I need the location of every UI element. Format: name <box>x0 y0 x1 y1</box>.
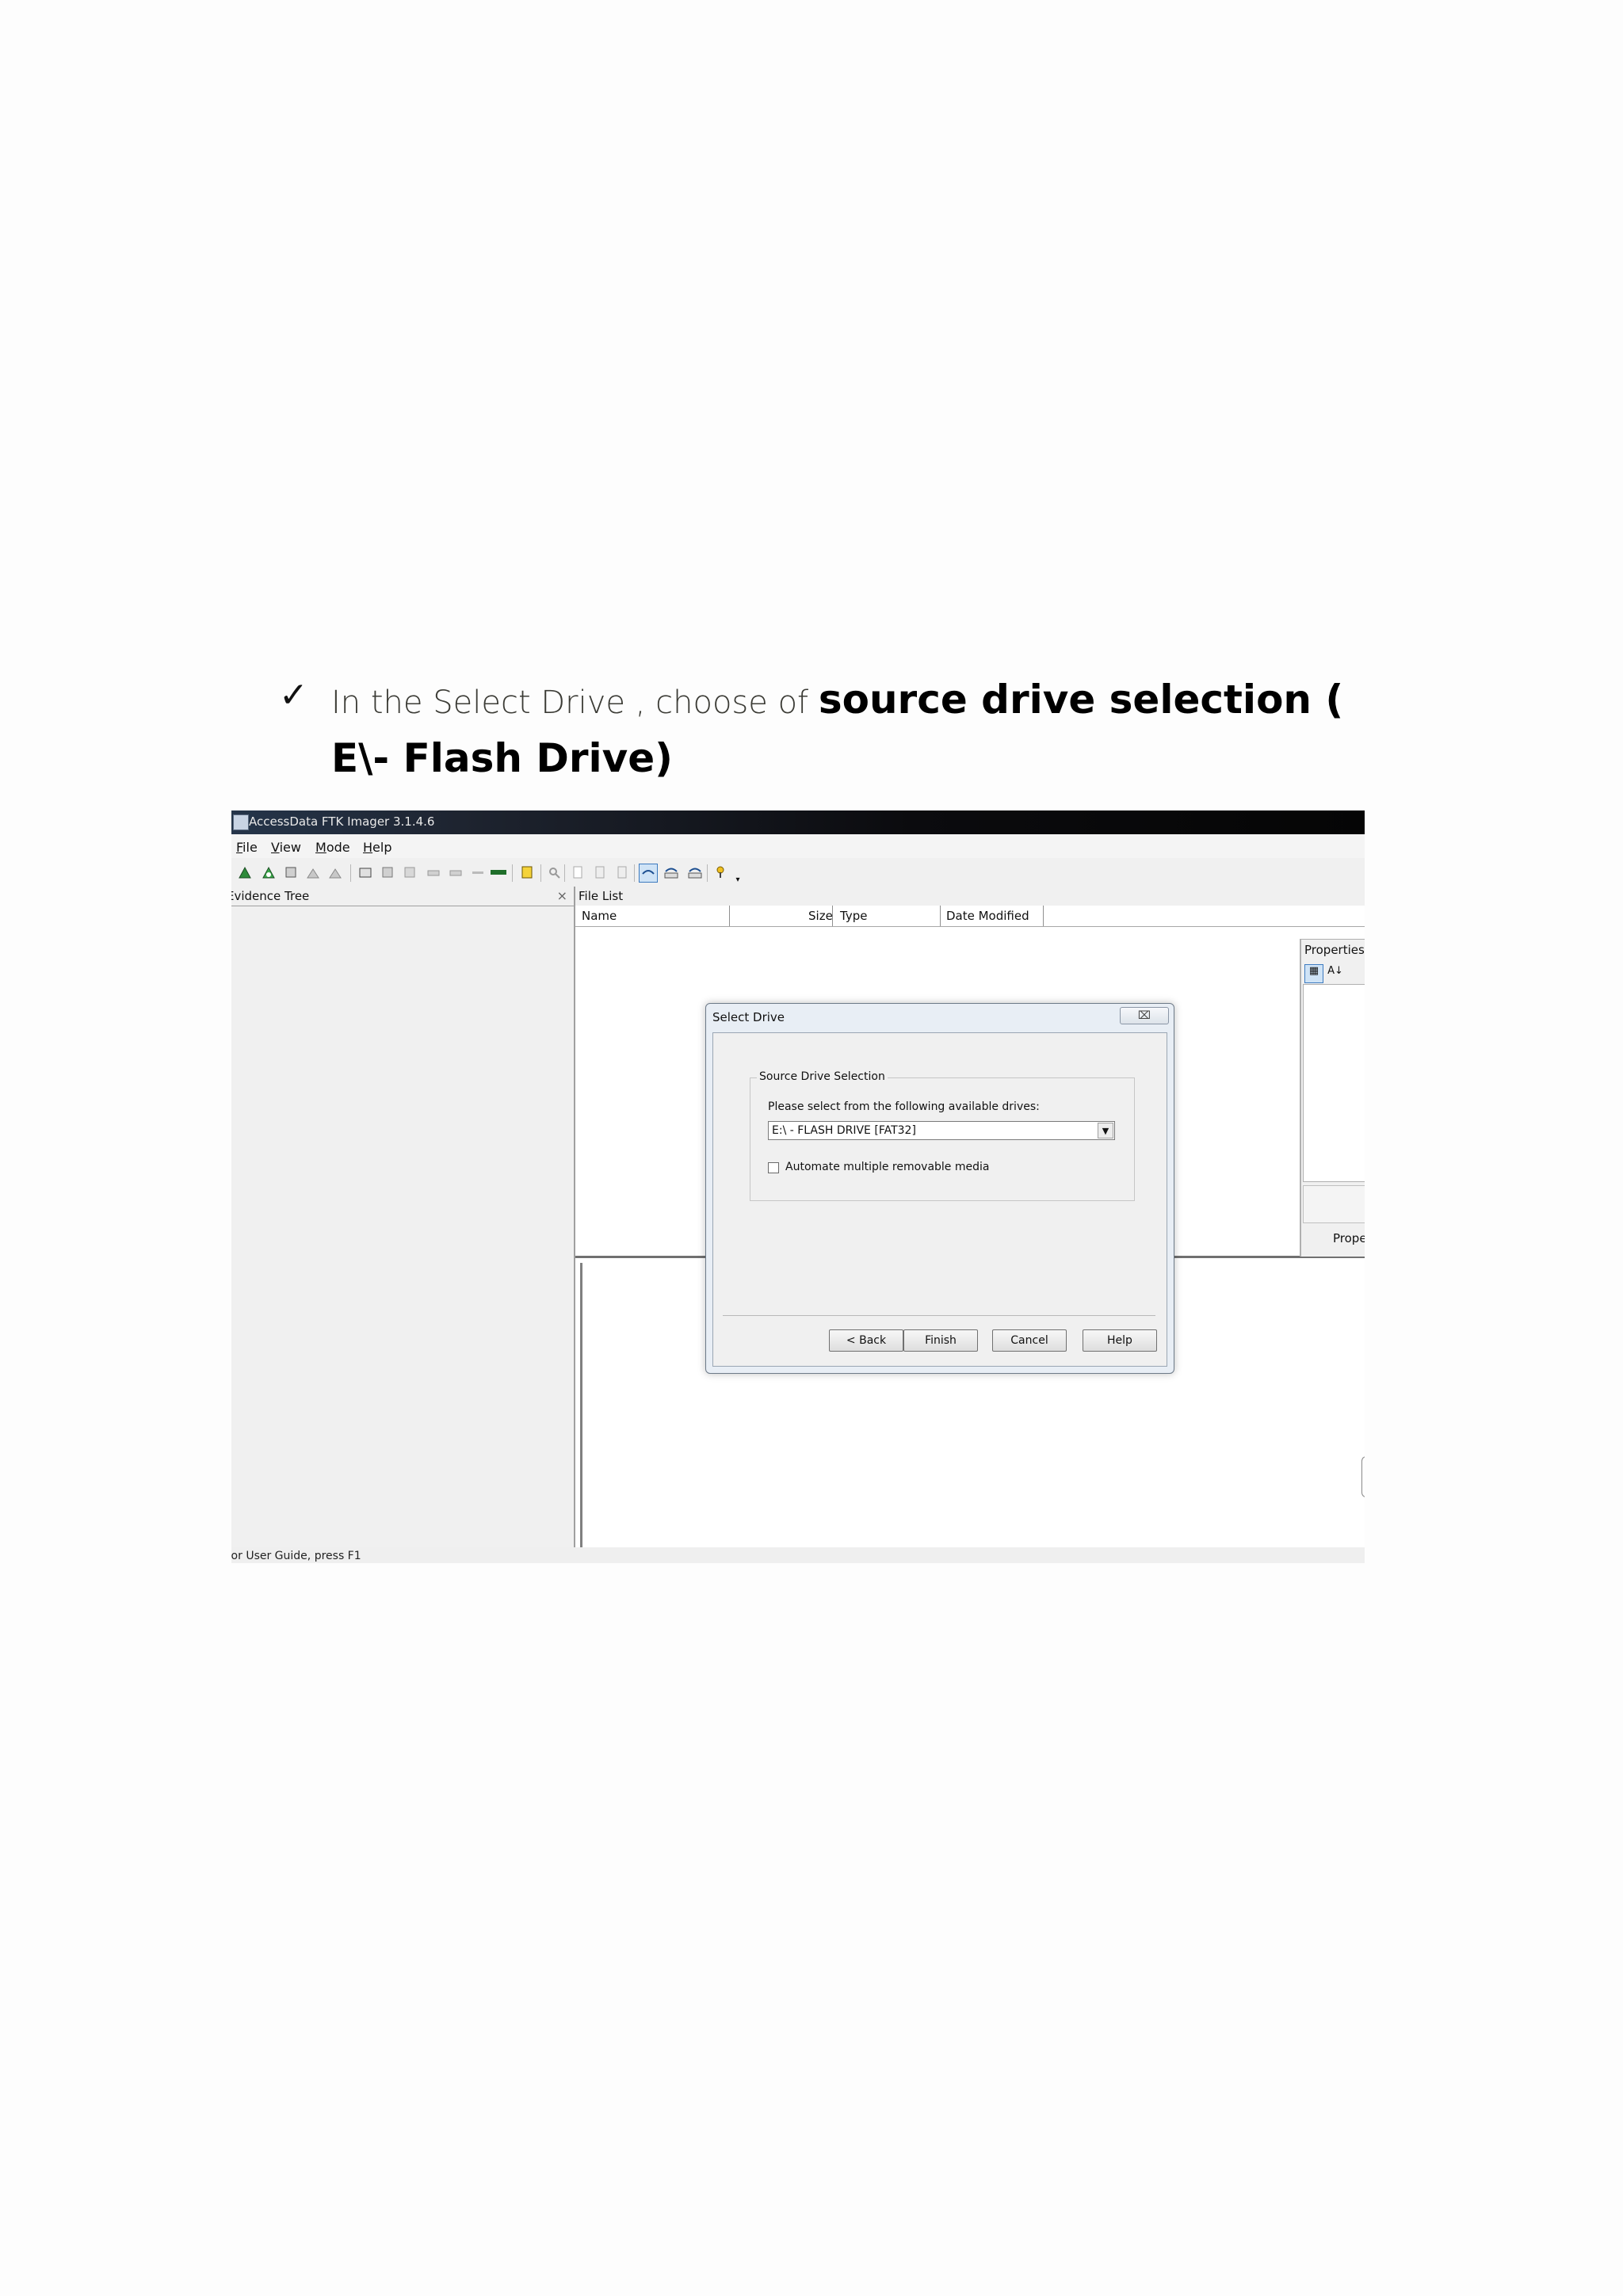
status-bar: For User Guide, press F1 <box>231 1547 1365 1563</box>
instruction-light-text: In the Select Drive , choose of <box>331 685 819 721</box>
column-size[interactable]: Size <box>808 909 833 923</box>
drive-select-value: E:\ - FLASH DRIVE [FAT32] <box>772 1124 916 1137</box>
panel-handle[interactable] <box>1361 1456 1365 1497</box>
toolbar: ▾ <box>231 858 1365 887</box>
toolbar-overflow-icon[interactable]: ▾ <box>729 871 747 888</box>
hex-mode-icon[interactable] <box>686 864 704 881</box>
view-files-icon[interactable] <box>569 864 586 881</box>
export-file-hash-icon[interactable] <box>591 864 609 881</box>
properties-toolbar: ▦ A↓ <box>1304 962 1347 983</box>
properties-label: Properties <box>1304 943 1365 957</box>
memory-stick-icon[interactable] <box>490 864 507 881</box>
detect-encryption-icon[interactable] <box>469 864 487 881</box>
add-all-evidence-icon[interactable] <box>260 864 277 881</box>
auto-view-icon[interactable] <box>639 864 658 883</box>
capture-memory-icon[interactable] <box>425 864 442 881</box>
properties-panel: Properties ▦ A↓ Prope <box>1300 939 1365 1257</box>
remove-all-icon[interactable] <box>327 864 344 881</box>
properties-tab[interactable]: Prope <box>1333 1231 1365 1245</box>
search-icon[interactable] <box>545 864 563 881</box>
window-title: AccessData FTK Imager 3.1.4.6 <box>249 814 435 829</box>
dialog-divider <box>723 1315 1155 1316</box>
dialog-close-button[interactable]: ⌧ <box>1120 1007 1169 1024</box>
evidence-tree-panel: Evidence Tree × <box>231 887 575 1547</box>
app-screenshot: AccessData FTK Imager 3.1.4.6 File View … <box>231 810 1365 1563</box>
dialog-title: Select Drive <box>712 1010 785 1024</box>
back-button[interactable]: < Back <box>829 1329 903 1352</box>
column-headers: Name Size Type Date Modified <box>575 906 1365 927</box>
properties-description <box>1303 1185 1365 1223</box>
export-image-icon[interactable] <box>379 864 396 881</box>
app-icon <box>233 814 249 830</box>
title-bar: AccessData FTK Imager 3.1.4.6 <box>231 810 1365 834</box>
create-image-icon[interactable] <box>357 864 374 881</box>
automate-media-label[interactable]: Automate multiple removable media <box>785 1161 989 1173</box>
column-type[interactable]: Type <box>840 909 867 923</box>
image-mounting-icon[interactable] <box>282 864 300 881</box>
file-list-label: File List <box>579 889 624 903</box>
automate-media-checkbox[interactable] <box>768 1162 779 1173</box>
select-drive-dialog: Select Drive ⌧ Source Drive Selection Pl… <box>705 1003 1174 1374</box>
drive-prompt: Please select from the following availab… <box>768 1100 1040 1113</box>
close-icon[interactable]: × <box>557 888 567 903</box>
export-hash-icon[interactable] <box>401 864 418 881</box>
menu-mode[interactable]: Mode <box>315 840 350 855</box>
obtain-protected-icon[interactable] <box>447 864 464 881</box>
remove-evidence-icon[interactable] <box>304 864 322 881</box>
text-mode-icon[interactable] <box>663 864 680 881</box>
close-icon: ⌧ <box>1137 1009 1151 1022</box>
add-evidence-icon[interactable] <box>236 864 254 881</box>
drive-select[interactable]: E:\ - FLASH DRIVE [FAT32] ▼ <box>768 1121 1115 1140</box>
file-list-header: File List <box>575 887 1365 906</box>
chevron-down-icon[interactable]: ▼ <box>1098 1123 1113 1138</box>
column-date-modified[interactable]: Date Modified <box>946 909 1029 923</box>
menu-bar: File View Mode Help <box>231 834 1365 858</box>
instruction-text: In the Select Drive , choose of source d… <box>331 675 1385 792</box>
properties-list <box>1303 984 1365 1182</box>
status-text: For User Guide, press F1 <box>231 1550 361 1562</box>
sort-alpha-icon[interactable]: A↓ <box>1327 965 1344 982</box>
checkmark-icon: ✓ <box>279 675 308 715</box>
help-button[interactable]: Help <box>1083 1329 1157 1352</box>
text-icon[interactable] <box>613 864 631 881</box>
dialog-body: Source Drive Selection Please select fro… <box>712 1032 1167 1367</box>
finish-button[interactable]: Finish <box>903 1329 978 1352</box>
evidence-tree-header: Evidence Tree × <box>231 887 574 906</box>
source-drive-group-label: Source Drive Selection <box>757 1070 888 1083</box>
categorized-icon[interactable]: ▦ <box>1304 964 1323 983</box>
export-files-icon[interactable] <box>518 864 536 881</box>
menu-help[interactable]: Help <box>363 840 391 855</box>
column-name[interactable]: Name <box>582 909 617 923</box>
menu-file[interactable]: File <box>236 840 258 855</box>
menu-view[interactable]: View <box>271 840 301 855</box>
evidence-tree-label: Evidence Tree <box>231 889 310 903</box>
help-icon[interactable] <box>712 864 729 881</box>
cancel-button[interactable]: Cancel <box>992 1329 1067 1352</box>
source-drive-group: Source Drive Selection Please select fro… <box>750 1070 1135 1201</box>
